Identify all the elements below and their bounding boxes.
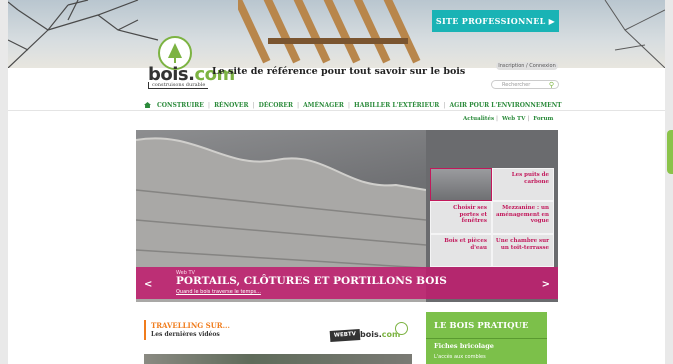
login-link[interactable]: Inscription / Connexion [496, 62, 558, 70]
video-thumbnails[interactable] [144, 354, 412, 364]
search-icon[interactable]: ⚲ [549, 81, 554, 89]
nav-agir[interactable]: AGIR POUR L'ENVIRONNEMENT [449, 102, 561, 109]
webtv-tree-icon [395, 322, 408, 335]
side-feedback-tab[interactable] [667, 130, 673, 174]
header-photo: SITE PROFESSIONNEL ▶ [8, 0, 665, 68]
search-input[interactable]: Rechercher ⚲ [491, 80, 559, 89]
link-actualites[interactable]: Actualités [463, 116, 494, 122]
nav-renover[interactable]: RÉNOVER [214, 102, 248, 109]
tile-bois-eau[interactable]: Bois et pièces d'eau [430, 234, 492, 267]
webtv-badge: WEBTV [329, 328, 361, 343]
nav-habiller[interactable]: HABILLER L'EXTÉRIEUR [354, 102, 439, 109]
pro-site-button[interactable]: SITE PROFESSIONNEL ▶ [432, 10, 559, 32]
pratique-divider [426, 338, 547, 339]
pratique-link[interactable]: L'accès aux combles [434, 354, 486, 360]
page: SITE PROFESSIONNEL ▶ bois.com construiso… [8, 0, 665, 364]
nav-divider [8, 110, 665, 111]
tile-chambre-toit[interactable]: Une chambre sur un toit-terrasse [492, 234, 554, 267]
webtv-logo-main: bois. [360, 330, 382, 339]
pergola-image [238, 0, 421, 64]
nav-construire[interactable]: CONSTRUIRE [157, 102, 204, 109]
travelling-title: TRAVELLING SUR... [151, 321, 230, 330]
search-placeholder: Rechercher [502, 82, 531, 88]
featured-banner[interactable]: Les puits de carbone Choisir ses portes … [136, 130, 558, 302]
link-webtv[interactable]: Web TV [502, 116, 525, 122]
tree-right-image [604, 0, 665, 68]
prev-arrow-icon[interactable]: < [144, 279, 152, 290]
pratique-section: Fiches bricolage [434, 342, 494, 350]
tile-mezzanine[interactable]: Mezzanine : un aménagement en vogue [492, 201, 554, 234]
pratique-title: LE BOIS PRATIQUE [434, 321, 529, 331]
nav-amenager[interactable]: AMÉNAGER [303, 102, 344, 109]
nav-decorer[interactable]: DÉCORER [259, 102, 293, 109]
caption-link[interactable]: Quand le bois traverse le temps... [176, 289, 261, 295]
caption-title[interactable]: PORTAILS, CLÔTURES ET PORTILLONS BOIS [176, 275, 447, 287]
link-forum[interactable]: Forum [533, 116, 553, 122]
tree-branches-image [8, 0, 159, 68]
banner-caption: < Web TV PORTAILS, CLÔTURES ET PORTILLON… [136, 267, 558, 299]
travelling-subtitle: Les dernières vidéos [151, 331, 220, 338]
travelling-accent [144, 320, 146, 340]
tile-portes-fenetres[interactable]: Choisir ses portes et fenêtres [430, 201, 492, 234]
banner-tiles: Les puits de carbone Choisir ses portes … [430, 168, 554, 268]
main-nav: CONSTRUIRE | RÉNOVER | DÉCORER | AMÉNAGER | … [144, 100, 562, 110]
bois-pratique-panel: LE BOIS PRATIQUE Fiches bricolage L'accè… [426, 312, 547, 364]
home-icon[interactable] [144, 102, 151, 108]
sub-links: Actualités | Web TV | Forum [463, 116, 554, 122]
webtv-logo[interactable]: bois.com [360, 330, 400, 339]
next-arrow-icon[interactable]: > [542, 279, 550, 290]
tile-thumbnail[interactable] [430, 168, 492, 201]
site-tagline: Le site de référence pour tout savoir su… [212, 66, 466, 77]
tile-puits-carbone[interactable]: Les puits de carbone [492, 168, 554, 201]
logo-tagline: construisons durable [148, 82, 209, 89]
